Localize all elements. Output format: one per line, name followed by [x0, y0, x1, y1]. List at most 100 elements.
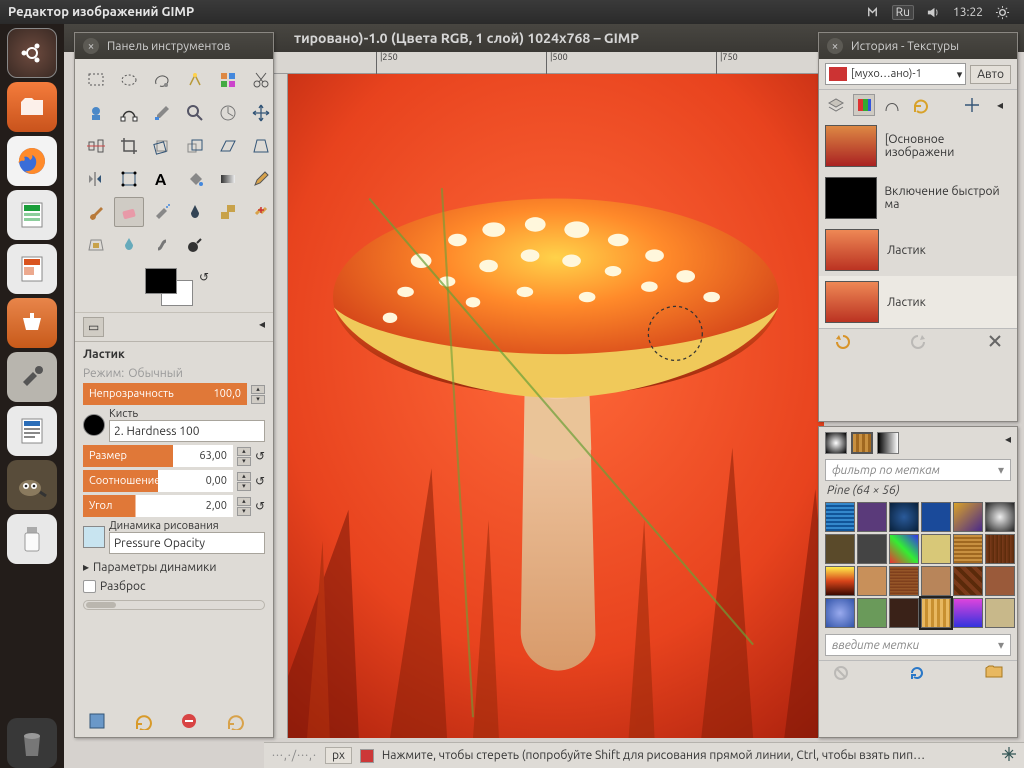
toolbox-titlebar[interactable]: × Панель инструментов	[75, 33, 273, 59]
pattern-tags-input[interactable]: введите метки▾	[825, 634, 1011, 656]
angle-reset-icon[interactable]: ↺	[255, 499, 265, 513]
tool-fuzzy-select[interactable]	[180, 65, 210, 95]
keyboard-indicator[interactable]: Ru	[892, 5, 914, 20]
size-reset-icon[interactable]: ↺	[255, 449, 265, 463]
reset-options-icon[interactable]	[223, 709, 247, 733]
status-unit[interactable]: px	[325, 747, 352, 764]
swap-colors-icon[interactable]: ↺	[199, 270, 209, 284]
tool-cage[interactable]	[114, 164, 144, 194]
brush-preview-icon[interactable]	[83, 414, 105, 436]
dock-collapse-icon[interactable]: ◂	[1005, 432, 1011, 454]
tool-perspective-clone[interactable]	[81, 230, 111, 260]
volume-icon[interactable]	[926, 5, 941, 20]
launcher-firefox[interactable]	[7, 136, 57, 186]
pattern-swatch[interactable]	[985, 502, 1015, 532]
pattern-swatch[interactable]	[825, 598, 855, 628]
gradient2-tab-icon[interactable]	[877, 432, 899, 454]
close-icon[interactable]: ×	[83, 38, 99, 54]
pattern-swatch[interactable]	[889, 502, 919, 532]
ratio-spin[interactable]: ▴▾	[237, 472, 251, 491]
ratio-slider[interactable]: Соотношение с…0,00	[83, 470, 233, 492]
dock-collapse-icon[interactable]: ◂	[989, 94, 1011, 116]
launcher-dash[interactable]	[7, 28, 57, 78]
horizontal-ruler[interactable]: |250 |500 |750	[266, 52, 824, 74]
canvas[interactable]	[288, 74, 824, 738]
tool-scissors[interactable]	[246, 65, 276, 95]
tool-options-tab-icon[interactable]: ▭	[83, 317, 104, 337]
history-item[interactable]: [Основное изображени	[819, 120, 1017, 172]
launcher-calc[interactable]	[7, 190, 57, 240]
tool-text[interactable]: A	[147, 164, 177, 194]
pattern-tab-icon[interactable]	[851, 432, 873, 454]
undo-icon[interactable]	[833, 333, 851, 352]
pattern-swatch[interactable]	[857, 566, 887, 596]
clock[interactable]: 13:22	[953, 6, 983, 19]
refresh-patterns-icon[interactable]	[909, 665, 925, 684]
undo-history-tab-icon[interactable]	[909, 94, 931, 116]
tool-rect-select[interactable]	[81, 65, 111, 95]
tool-heal[interactable]	[246, 197, 276, 227]
network-icon[interactable]	[865, 5, 880, 20]
launcher-impress[interactable]	[7, 244, 57, 294]
launcher-files[interactable]	[7, 82, 57, 132]
pattern-swatch[interactable]	[889, 534, 919, 564]
pattern-swatch[interactable]	[921, 502, 951, 532]
brush-select[interactable]: 2. Hardness 100	[109, 420, 265, 442]
tool-pencil[interactable]	[246, 164, 276, 194]
dynamics-select[interactable]: Pressure Opacity	[109, 532, 265, 554]
dock-collapse-icon[interactable]: ◂	[259, 317, 265, 337]
tool-dodge-burn[interactable]	[180, 230, 210, 260]
pattern-swatch[interactable]	[985, 534, 1015, 564]
dynamics-icon[interactable]	[83, 526, 105, 548]
history-item[interactable]: Ластик	[819, 276, 1017, 328]
pattern-swatch[interactable]	[953, 598, 983, 628]
pattern-swatch[interactable]	[889, 566, 919, 596]
image-select-dropdown[interactable]: [мухо…ано)-1▾	[825, 63, 966, 85]
auto-button[interactable]: Авто	[970, 65, 1011, 84]
launcher-trash[interactable]	[7, 718, 57, 768]
gear-icon[interactable]	[995, 5, 1010, 20]
tool-free-select[interactable]	[147, 65, 177, 95]
pattern-swatch[interactable]	[985, 566, 1015, 596]
tool-paths[interactable]	[114, 98, 144, 128]
tool-color-picker[interactable]	[147, 98, 177, 128]
nav-icon[interactable]	[1002, 747, 1016, 764]
angle-slider[interactable]: Угол2,00	[83, 495, 233, 517]
tool-align[interactable]	[81, 131, 111, 161]
launcher-settings[interactable]	[7, 352, 57, 402]
gradient-tab-icon[interactable]	[825, 432, 847, 454]
tool-paintbrush[interactable]	[81, 197, 111, 227]
tool-flip[interactable]	[81, 164, 111, 194]
tool-airbrush[interactable]	[147, 197, 177, 227]
tool-perspective[interactable]	[246, 131, 276, 161]
save-options-icon[interactable]	[85, 709, 109, 733]
tool-scale[interactable]	[180, 131, 210, 161]
history-titlebar[interactable]: × История - Текстуры	[819, 33, 1017, 59]
launcher-writer[interactable]	[7, 406, 57, 456]
tool-move[interactable]	[246, 98, 276, 128]
angle-spin[interactable]: ▴▾	[237, 497, 251, 516]
paths-tab-icon[interactable]	[881, 94, 903, 116]
clear-history-icon[interactable]	[987, 333, 1003, 352]
tool-measure[interactable]	[213, 98, 243, 128]
scatter-checkbox[interactable]: Разброс	[83, 577, 265, 596]
tool-shear[interactable]	[213, 131, 243, 161]
restore-options-icon[interactable]	[131, 709, 155, 733]
close-icon[interactable]: ×	[827, 38, 843, 54]
tool-rotate[interactable]	[147, 131, 177, 161]
launcher-software-center[interactable]	[7, 298, 57, 348]
tool-foreground-select[interactable]	[81, 98, 111, 128]
pattern-swatch[interactable]	[921, 534, 951, 564]
options-scrollbar[interactable]	[83, 600, 265, 610]
channels-tab-icon[interactable]	[853, 94, 875, 116]
redo-icon[interactable]	[910, 333, 928, 352]
launcher-usb[interactable]	[7, 514, 57, 564]
tool-smudge[interactable]	[147, 230, 177, 260]
tool-clone[interactable]	[213, 197, 243, 227]
color-swatches[interactable]: ↺	[145, 268, 273, 312]
pattern-swatch[interactable]	[953, 534, 983, 564]
layers-tab-icon[interactable]	[825, 94, 847, 116]
pattern-swatch[interactable]	[985, 598, 1015, 628]
pattern-swatch[interactable]	[825, 502, 855, 532]
pattern-swatch[interactable]	[921, 598, 951, 628]
